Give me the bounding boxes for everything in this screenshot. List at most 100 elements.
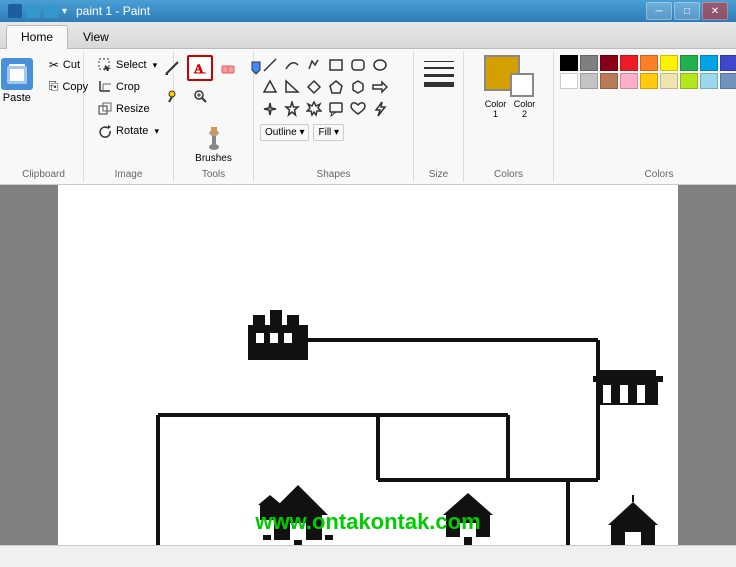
size-4-button[interactable] [424, 82, 454, 87]
ribbon: Home View Paste ✂ Cut ⎘ [0, 22, 736, 185]
palette-color-ff7f27[interactable] [640, 55, 658, 71]
palette-color-3f48cc[interactable] [720, 55, 736, 71]
color2-label: Color2 [513, 99, 537, 119]
size-2-button[interactable] [424, 67, 454, 69]
size-group: Size [414, 51, 464, 182]
curve-shape[interactable] [282, 55, 302, 75]
tools-label: Tools [174, 169, 253, 180]
brushes-icon [200, 125, 228, 153]
watermark: www.ontakontak.com [58, 509, 678, 535]
5star-shape[interactable] [282, 99, 302, 119]
ribbon-content: Paste ✂ Cut ⎘ Copy Clipboard [0, 49, 736, 184]
callout-shape[interactable] [326, 99, 346, 119]
paste-button[interactable]: Paste [0, 55, 40, 107]
line-shape[interactable] [260, 55, 280, 75]
brushes-label: Brushes [195, 153, 232, 164]
crop-icon [98, 80, 112, 94]
diamond-shape[interactable] [304, 77, 324, 97]
minimize-button[interactable]: ─ [646, 2, 672, 20]
magnify-tool[interactable] [187, 83, 213, 109]
crop-label: Crop [116, 81, 140, 93]
tools-group: A [174, 51, 254, 182]
cut-label: Cut [63, 59, 80, 71]
fill-button[interactable]: Fill ▾ [313, 124, 344, 141]
palette-color-fff200[interactable] [660, 55, 678, 71]
maximize-button[interactable]: □ [674, 2, 700, 20]
paste-icon [1, 58, 33, 90]
color-picker-tool[interactable] [159, 83, 185, 109]
paste-label: Paste [3, 92, 31, 104]
pencil-tool[interactable] [159, 55, 185, 81]
palette-color-7092be[interactable] [720, 73, 736, 89]
resize-button[interactable]: Resize [93, 99, 155, 119]
pentagon-shape[interactable] [326, 77, 346, 97]
svg-text:A: A [194, 61, 204, 76]
palette-color-b5e61d[interactable] [680, 73, 698, 89]
close-button[interactable]: ✕ [702, 2, 728, 20]
palette-color-00a2e8[interactable] [700, 55, 718, 71]
paint-canvas[interactable]: www.ontakontak.com [58, 185, 678, 545]
crop-button[interactable]: Crop [93, 77, 145, 97]
hexagon-shape[interactable] [348, 77, 368, 97]
palette-color-c3c3c3[interactable] [580, 73, 598, 89]
resize-label: Resize [116, 103, 150, 115]
triangle-shape[interactable] [260, 77, 280, 97]
palette-label: Colors [554, 169, 736, 180]
window-title: paint 1 - Paint [76, 4, 150, 18]
dropdown-arrow[interactable]: ▾ [62, 4, 68, 18]
rounded-rect-shape[interactable] [348, 55, 368, 75]
title-bar: ▾ paint 1 - Paint ─ □ ✕ [0, 0, 736, 22]
ribbon-tabs: Home View [0, 22, 736, 49]
size-1-button[interactable] [424, 61, 454, 62]
palette-color-ed1c24[interactable] [620, 55, 638, 71]
palette-color-ffc90e[interactable] [640, 73, 658, 89]
ellipse-shape[interactable] [370, 55, 390, 75]
clipboard-label: Clipboard [4, 169, 83, 180]
palette-section: Colors [554, 51, 736, 182]
colors-group: Color1 Color2 Colors [464, 51, 554, 182]
tools-grid: A [159, 55, 269, 123]
palette-color-ffaec9[interactable] [620, 73, 638, 89]
eraser-tool[interactable] [215, 55, 241, 81]
rotate-button[interactable]: Rotate ▾ [93, 121, 164, 141]
colors-label: Colors [464, 169, 553, 180]
rotate-label: Rotate [116, 125, 148, 137]
text-tool[interactable]: A [187, 55, 213, 81]
palette-color-22b14c[interactable] [680, 55, 698, 71]
palette-color-ffffff[interactable] [560, 73, 578, 89]
tab-view[interactable]: View [68, 25, 124, 48]
rotate-icon [98, 124, 112, 138]
color2-swatch[interactable] [510, 73, 534, 97]
outline-button[interactable]: Outline ▾ [260, 124, 309, 141]
freeform-shape[interactable] [304, 55, 324, 75]
size-label: Size [414, 169, 463, 180]
palette-color-99d9ea[interactable] [700, 73, 718, 89]
drawing-svg [58, 185, 678, 545]
shapes-group: Outline ▾ Fill ▾ Shapes [254, 51, 414, 182]
rotate-arrow[interactable]: ▾ [154, 126, 159, 137]
palette-color-b97a57[interactable] [600, 73, 618, 89]
status-bar [0, 545, 736, 567]
color1-label: Color1 [481, 99, 511, 119]
arrow-right-shape[interactable] [370, 77, 390, 97]
lightning-shape[interactable] [370, 99, 390, 119]
clipboard-group: Paste ✂ Cut ⎘ Copy Clipboard [4, 51, 84, 182]
shapes-label: Shapes [254, 169, 413, 180]
tab-home[interactable]: Home [6, 25, 68, 49]
rect-shape[interactable] [326, 55, 346, 75]
select-button[interactable]: Select ▾ [93, 55, 162, 75]
canvas-area[interactable]: www.ontakontak.com [0, 185, 736, 545]
quick-save-icon[interactable] [26, 4, 40, 18]
select-label: Select [116, 59, 147, 71]
palette-color-7f7f7f[interactable] [580, 55, 598, 71]
right-triangle-shape[interactable] [282, 77, 302, 97]
palette-color-efe4b0[interactable] [660, 73, 678, 89]
heart-shape[interactable] [348, 99, 368, 119]
palette-color-000000[interactable] [560, 55, 578, 71]
6star-shape[interactable] [304, 99, 324, 119]
quick-undo-icon[interactable] [44, 4, 58, 18]
select-arrow[interactable]: ▾ [153, 60, 158, 71]
palette-color-880015[interactable] [600, 55, 618, 71]
size-3-button[interactable] [424, 74, 454, 77]
4star-shape[interactable] [260, 99, 280, 119]
